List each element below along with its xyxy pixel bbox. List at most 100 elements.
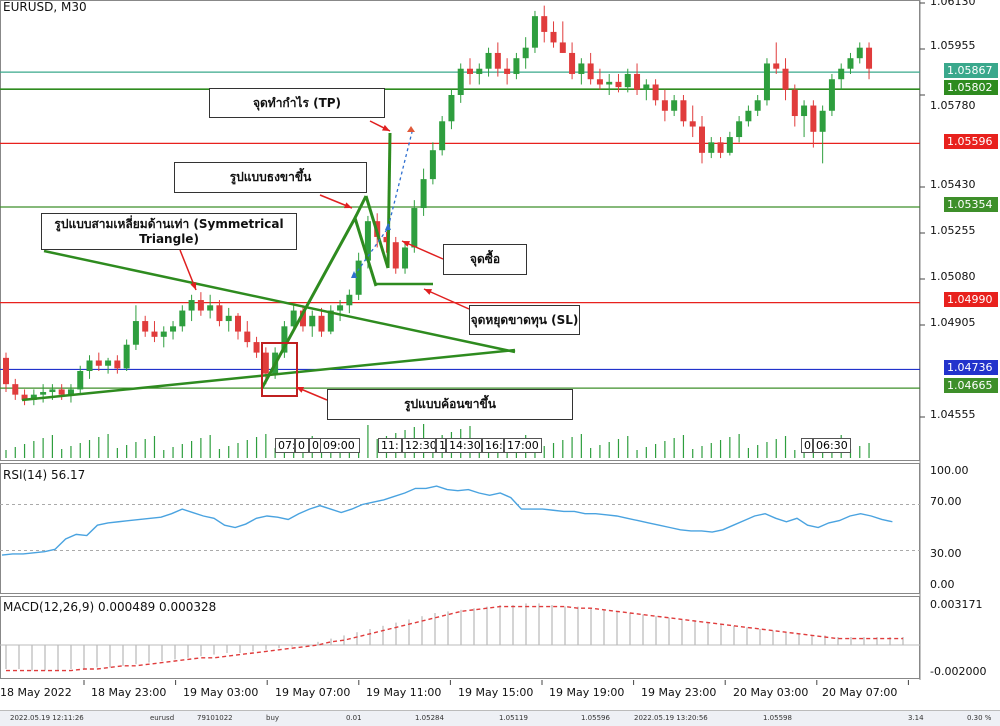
candle-body	[578, 63, 585, 74]
annotation-triangle: รูปแบบสามเหลี่ยมด้านเท่า (Symmetrical Tr…	[41, 213, 297, 250]
time-marker: 11:	[378, 438, 402, 453]
candle-body	[429, 150, 436, 180]
rsi-tick: 70.00	[930, 495, 962, 508]
rsi-panel-frame	[0, 463, 920, 594]
candle-body	[179, 310, 186, 327]
candle-body	[541, 16, 548, 32]
candle-body	[569, 52, 576, 74]
time-label: 19 May 19:00	[549, 686, 625, 699]
candle-body	[114, 360, 121, 369]
candle-body	[624, 73, 631, 88]
candle-body	[661, 100, 668, 111]
status-percent: 0.30 %	[967, 714, 992, 722]
candle-body	[680, 100, 687, 122]
candle-body	[105, 360, 112, 366]
price-tick: 1.05430	[930, 178, 976, 191]
level-label: 1.04665	[944, 378, 998, 393]
candle-body	[467, 68, 473, 74]
candle-body	[457, 68, 464, 96]
status-volume: 0.01	[346, 714, 362, 722]
candle-body	[476, 68, 483, 74]
time-marker: 0	[295, 438, 309, 453]
candle-body	[309, 315, 316, 327]
candle-body	[197, 300, 204, 311]
candle-body	[392, 242, 399, 269]
candle-body	[170, 326, 177, 332]
candle-body	[801, 105, 808, 117]
price-tick: 1.05955	[930, 39, 976, 52]
macd-tick: -0.002000	[930, 665, 987, 678]
candle-body	[49, 389, 56, 393]
time-label: 19 May 07:00	[275, 686, 351, 699]
candle-body	[708, 142, 715, 153]
status-tp: 1.05596	[581, 714, 610, 722]
candle-body	[485, 52, 492, 69]
candle-body	[448, 95, 455, 122]
status-ticket: 79101022	[197, 714, 233, 722]
candle-body	[810, 105, 817, 132]
chart-canvas	[0, 0, 925, 685]
candle-body	[225, 315, 232, 322]
price-tick: 1.04905	[930, 316, 976, 329]
exit-marker	[407, 126, 415, 132]
candle-body	[513, 58, 520, 74]
candle-body	[262, 352, 269, 374]
rsi-tick: 30.00	[930, 547, 962, 560]
candle-body	[95, 360, 102, 366]
macd-tick: 0.003171	[930, 598, 983, 611]
status-profit: 3.14	[908, 714, 924, 722]
candle-body	[689, 121, 696, 127]
annotation-buy: จุดซื้อ	[443, 244, 527, 275]
candle-body	[494, 52, 501, 69]
time-label: 19 May 23:00	[641, 686, 717, 699]
candle-body	[235, 315, 241, 332]
price-tick: 1.04555	[930, 408, 976, 421]
tp-line	[386, 132, 392, 269]
candle-body	[847, 58, 854, 69]
candle-body	[40, 392, 47, 395]
candle-body	[726, 137, 733, 153]
candle-body	[699, 126, 705, 153]
candle-body	[86, 360, 93, 372]
candle-body	[123, 344, 130, 369]
status-open-price: 1.05284	[415, 714, 444, 722]
level-label: 1.05354	[944, 197, 998, 212]
candle-body	[550, 31, 557, 43]
candle-body	[736, 121, 743, 138]
time-marker: 07:	[275, 438, 295, 453]
candle-body	[522, 47, 529, 59]
candle-body	[587, 63, 594, 80]
status-close-time: 2022.05.19 13:20:56	[634, 714, 708, 722]
rsi-tick: 100.00	[930, 464, 969, 477]
time-marker: 0	[801, 438, 813, 453]
macd-title: MACD(12,26,9) 0.000489 0.000328	[3, 600, 217, 614]
price-tick: 1.05255	[930, 224, 976, 237]
status-symbol: eurusd	[150, 714, 175, 722]
candle-body	[504, 68, 511, 74]
rsi-title: RSI(14) 56.17	[3, 468, 86, 482]
candle-body	[12, 384, 19, 395]
time-marker: 09:00	[320, 438, 360, 453]
rsi-tick: 0.00	[930, 578, 955, 591]
candle-body	[337, 305, 344, 311]
flag-arrow-head	[344, 202, 352, 209]
candle-body	[828, 79, 835, 111]
time-label: 19 May 03:00	[183, 686, 259, 699]
time-marker: 14:30	[446, 438, 482, 453]
candle-body	[773, 63, 780, 69]
candle-body	[606, 81, 613, 85]
candle-body	[402, 247, 409, 269]
status-sl: 1.05119	[499, 714, 528, 722]
candle-body	[643, 84, 650, 90]
annotation-sl: จุดหยุดขาดทุน (SL)	[469, 305, 580, 335]
candle-body	[216, 305, 223, 322]
price-tick: 1.06130	[930, 0, 976, 8]
candle-body	[77, 371, 84, 390]
level-label: 1.05867	[944, 63, 998, 78]
level-label: 1.05596	[944, 134, 998, 149]
candle-body	[671, 100, 678, 111]
candle-body	[253, 342, 260, 353]
level-label: 1.05802	[944, 80, 998, 95]
candle-body	[559, 42, 566, 53]
status-open-time: 2022.05.19 12:11:26	[10, 714, 84, 722]
